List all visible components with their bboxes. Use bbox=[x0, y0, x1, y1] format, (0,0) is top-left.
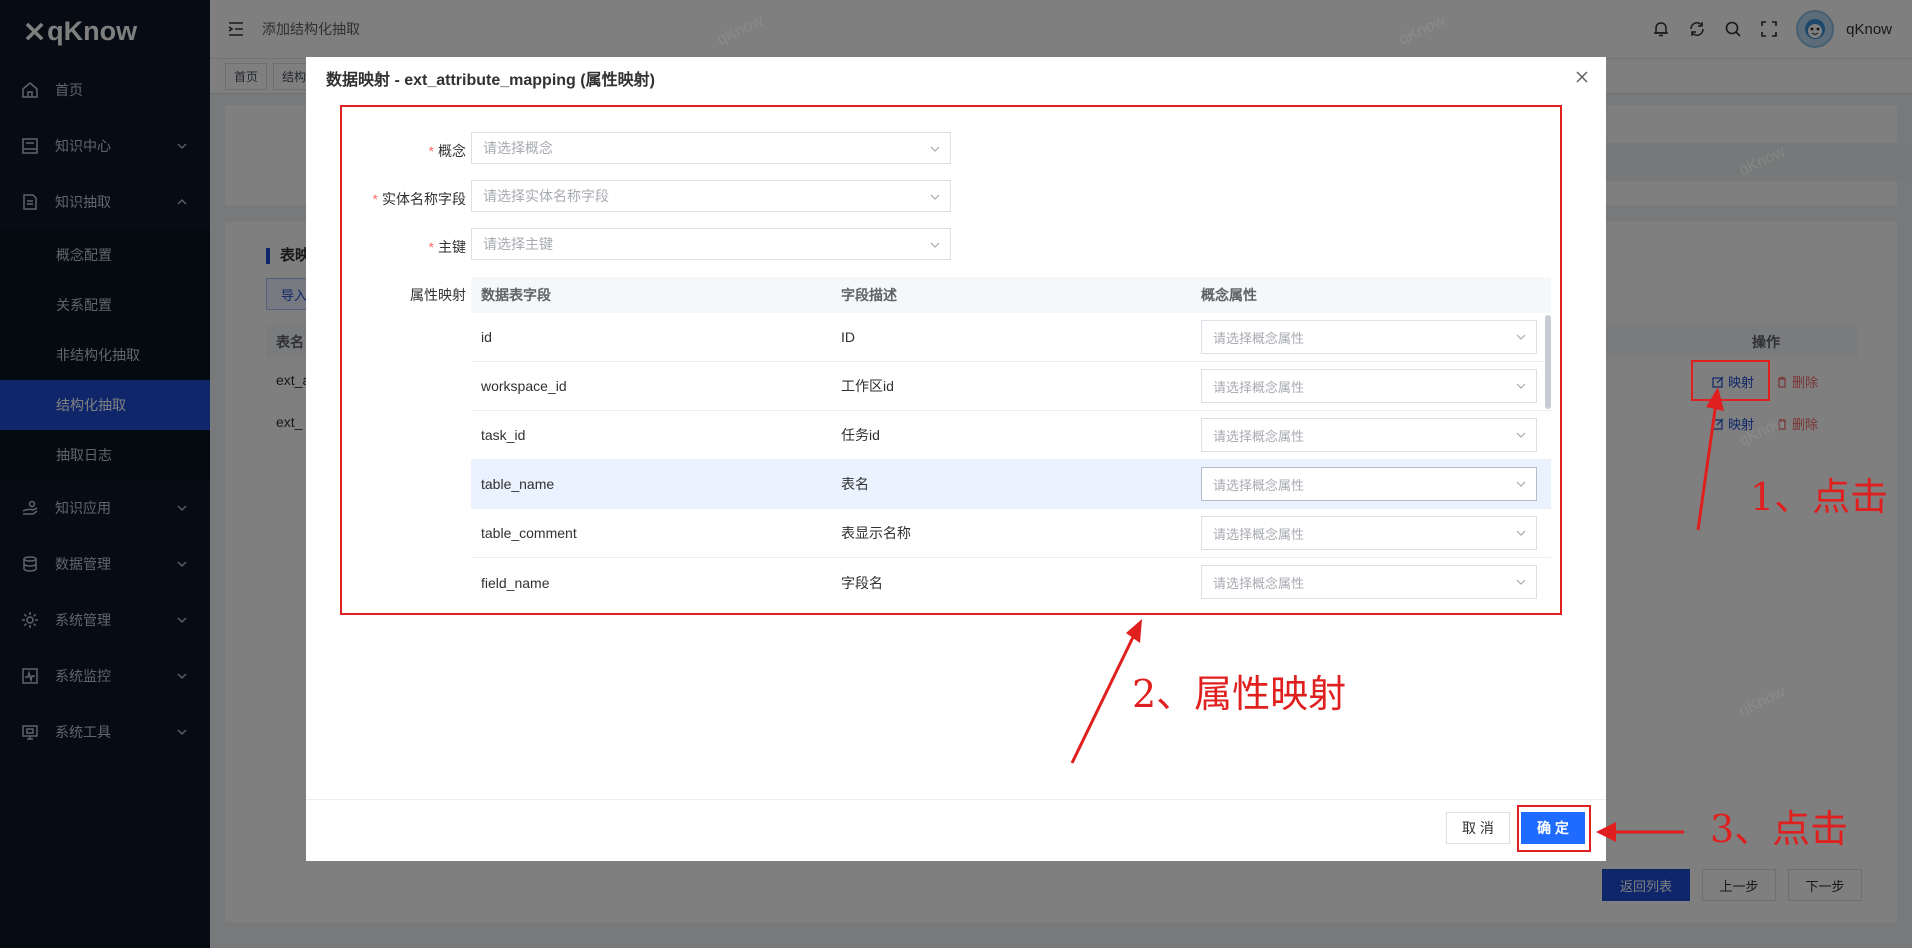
annotation-step2: 2、属性映射 bbox=[1132, 672, 1347, 716]
annotation-arrow-2 bbox=[1070, 619, 1142, 764]
dialog-title: 数据映射 - ext_attribute_mapping (属性映射) bbox=[326, 72, 655, 89]
data-mapping-dialog: 数据映射 - ext_attribute_mapping (属性映射) * 概念 … bbox=[306, 57, 1606, 861]
annotation-box-form bbox=[340, 105, 1562, 615]
annotation-step3: 3、点击 bbox=[1710, 807, 1849, 851]
dialog-footer: 取 消 确 定 bbox=[306, 799, 1606, 861]
cancel-button[interactable]: 取 消 bbox=[1446, 812, 1510, 844]
close-icon[interactable] bbox=[1574, 69, 1590, 85]
annotation-arrow-3 bbox=[1596, 822, 1684, 842]
annotation-box-confirm bbox=[1517, 805, 1591, 852]
annotation-arrow-1 bbox=[1696, 387, 1724, 531]
button-label: 取 消 bbox=[1462, 820, 1494, 836]
annotation-step1: 1、点击 bbox=[1750, 475, 1889, 519]
